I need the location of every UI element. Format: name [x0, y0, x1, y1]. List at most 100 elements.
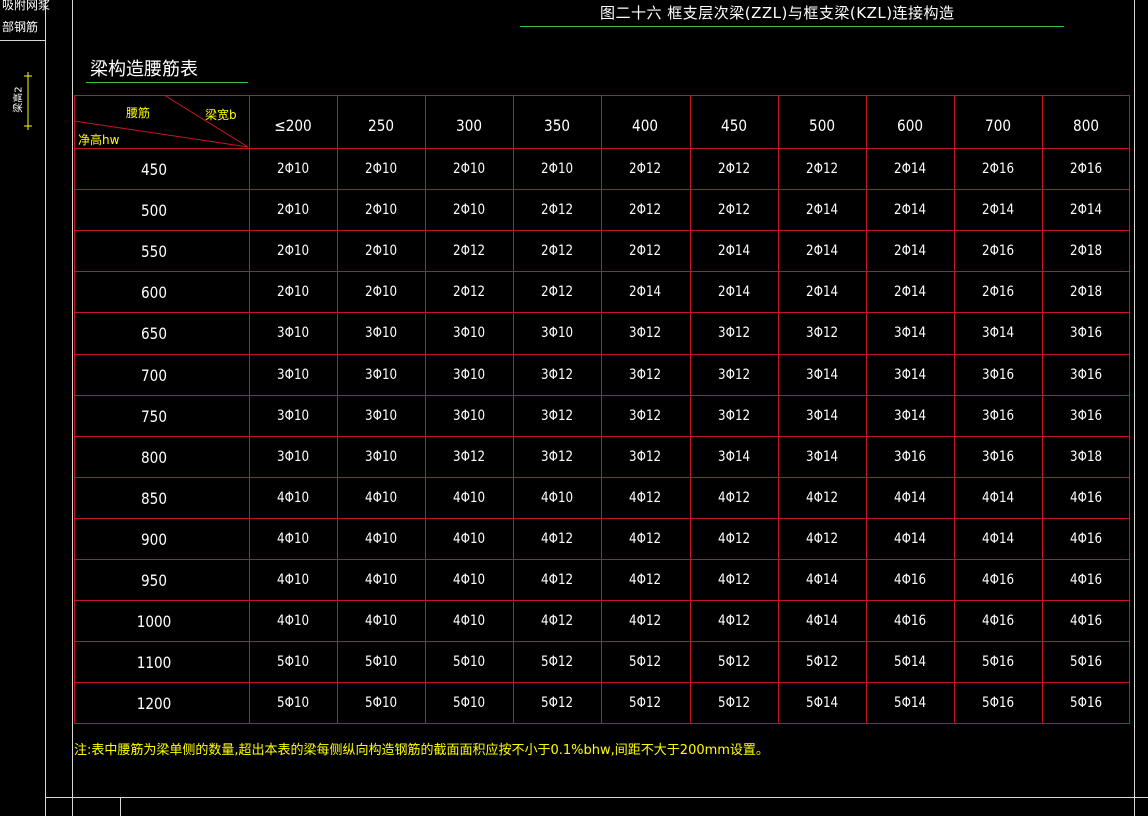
- table-vline: [866, 95, 867, 723]
- table-cell: 4Φ12: [717, 530, 750, 547]
- frame-line-bottom: [45, 797, 1148, 798]
- table-cell: 4Φ16: [981, 613, 1014, 630]
- table-cell: 3Φ12: [453, 448, 486, 465]
- table-hline: [74, 477, 1130, 478]
- table-cell: 4Φ10: [453, 572, 486, 588]
- table-cell: 3Φ12: [717, 366, 750, 383]
- table-cell: 5Φ10: [277, 654, 310, 671]
- table-cell: 5Φ16: [981, 695, 1014, 712]
- table-cell: 3Φ14: [981, 325, 1014, 342]
- table-cell: 2Φ12: [453, 284, 486, 301]
- table-cell: 2Φ12: [717, 202, 750, 219]
- table-cell: 5Φ12: [629, 695, 662, 712]
- table-cell: 3Φ10: [453, 407, 486, 424]
- table-cell: 3Φ16: [893, 448, 926, 465]
- rebar-table: 腰筋 梁宽b 净高hw ≤200 250 300 350 400 450 500 600 700…: [74, 95, 1130, 724]
- table-cell: 3Φ10: [453, 366, 486, 383]
- table-cell: 3Φ16: [981, 366, 1014, 383]
- table-cell: 3Φ10: [365, 366, 398, 383]
- table-cell: 3Φ10: [277, 366, 310, 383]
- table-cell: 3Φ14: [717, 448, 750, 465]
- table-cell: 4Φ14: [805, 572, 838, 588]
- table-cell: 2Φ12: [717, 161, 750, 177]
- table-hline: [74, 189, 1130, 190]
- frame-line-left-1: [45, 0, 46, 816]
- table-cell: 4Φ12: [629, 530, 662, 547]
- column-header: ≤200: [274, 116, 312, 135]
- table-vline: [74, 95, 75, 723]
- table-cell: 2Φ10: [277, 243, 310, 260]
- column-header: 400: [632, 116, 659, 135]
- frame-line-right: [1134, 0, 1135, 816]
- table-cell: 2Φ14: [1069, 202, 1102, 219]
- table-vline: [954, 95, 955, 723]
- table-cell: 3Φ10: [541, 325, 574, 342]
- row-header: 650: [141, 324, 167, 344]
- table-hline: [74, 354, 1130, 355]
- table-cell: 5Φ16: [981, 654, 1014, 671]
- table-cell: 4Φ14: [893, 489, 926, 506]
- table-cell: 4Φ12: [805, 530, 838, 547]
- table-cell: 5Φ12: [541, 695, 574, 712]
- dimension-label: 梁高2: [13, 86, 25, 113]
- table-cell: 2Φ18: [1069, 284, 1102, 301]
- table-cell: 3Φ14: [893, 325, 926, 342]
- table-cell: 3Φ12: [629, 366, 662, 383]
- table-cell: 3Φ10: [453, 325, 486, 342]
- frame-line-left-2: [72, 0, 73, 816]
- table-cell: 2Φ16: [981, 243, 1014, 260]
- table-vline: [513, 95, 514, 723]
- row-header: 750: [141, 406, 167, 426]
- table-cell: 3Φ12: [541, 448, 574, 465]
- table-hline: [74, 271, 1130, 272]
- table-cell: 5Φ12: [717, 695, 750, 712]
- row-header: 900: [141, 529, 167, 549]
- table-cell: 2Φ14: [629, 284, 662, 301]
- table-cell: 4Φ14: [893, 530, 926, 547]
- table-cell: 3Φ14: [893, 407, 926, 424]
- table-cell: 2Φ12: [805, 161, 838, 177]
- left-label-top-1: 吸附网浆: [2, 0, 51, 12]
- table-cell: 3Φ14: [805, 448, 838, 465]
- table-vline: [337, 95, 338, 723]
- table-cell: 3Φ12: [541, 366, 574, 383]
- row-header: 700: [141, 365, 167, 385]
- table-cell: 2Φ10: [365, 202, 398, 219]
- table-cell: 5Φ14: [805, 695, 838, 712]
- table-cell: 4Φ10: [277, 572, 310, 588]
- table-cell: 4Φ16: [1069, 572, 1102, 588]
- table-cell: 2Φ14: [893, 284, 926, 301]
- table-cell: 5Φ10: [365, 695, 398, 712]
- corner-label-width: 梁宽b: [205, 108, 237, 122]
- table-cell: 2Φ14: [893, 161, 926, 177]
- row-header: 550: [141, 242, 167, 262]
- table-note: 注:表中腰筋为梁单侧的数量,超出本表的梁每侧纵向构造钢筋的截面面积应按不小于0.…: [74, 743, 769, 758]
- table-cell: 3Φ10: [277, 448, 310, 465]
- table-cell: 3Φ10: [277, 407, 310, 424]
- table-heading: 梁构造腰筋表: [90, 59, 198, 80]
- table-cell: 2Φ18: [1069, 243, 1102, 260]
- frame-line-bottom-left: [120, 797, 121, 816]
- table-cell: 5Φ10: [453, 654, 486, 671]
- table-cell: 5Φ10: [365, 654, 398, 671]
- table-cell: 4Φ14: [981, 489, 1014, 506]
- table-cell: 2Φ12: [629, 161, 662, 177]
- table-hline: [74, 559, 1130, 560]
- table-cell: 4Φ12: [629, 572, 662, 588]
- table-cell: 3Φ16: [981, 407, 1014, 424]
- table-cell: 4Φ10: [365, 613, 398, 630]
- table-cell: 4Φ10: [453, 530, 486, 547]
- corner-label-height: 净高hw: [78, 133, 120, 147]
- table-cell: 4Φ10: [365, 572, 398, 588]
- table-hline: [74, 518, 1130, 519]
- table-hline: [74, 312, 1130, 313]
- row-header: 500: [141, 201, 167, 221]
- table-cell: 2Φ14: [717, 243, 750, 260]
- table-cell: 2Φ14: [805, 284, 838, 301]
- table-vline: [601, 95, 602, 723]
- table-cell: 4Φ12: [629, 613, 662, 630]
- table-cell: 3Φ12: [805, 325, 838, 342]
- table-cell: 4Φ16: [981, 572, 1014, 588]
- left-label-top-2: 部钢筋: [2, 20, 39, 34]
- table-cell: 3Φ12: [717, 325, 750, 342]
